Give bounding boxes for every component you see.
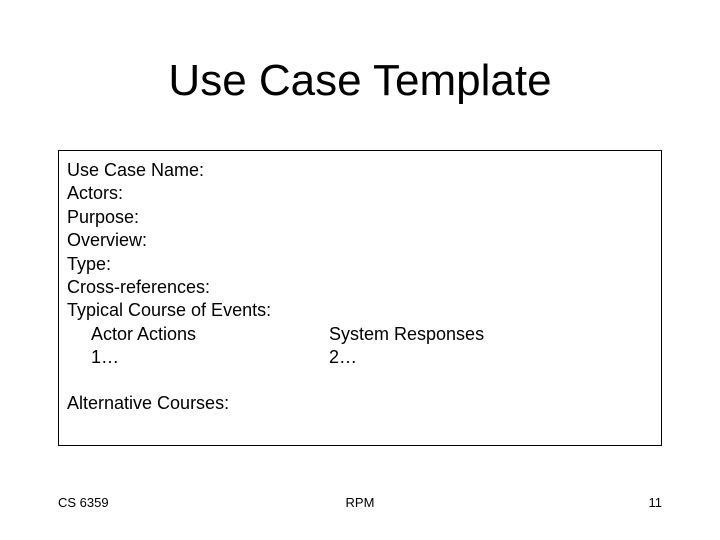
footer-left: CS 6359 <box>58 495 109 510</box>
footer-center: RPM <box>58 495 662 510</box>
field-overview: Overview: <box>67 229 651 252</box>
content-box: Use Case Name: Actors: Purpose: Overview… <box>58 150 662 446</box>
system-responses-header: System Responses <box>329 323 651 346</box>
field-alternative-courses: Alternative Courses: <box>67 392 651 415</box>
footer: CS 6359 RPM 11 <box>58 495 662 510</box>
field-actors: Actors: <box>67 182 651 205</box>
footer-right: 11 <box>649 495 663 510</box>
actor-actions-header: Actor Actions <box>67 323 329 346</box>
two-column-row-steps: 1… 2… <box>67 346 651 369</box>
slide-title: Use Case Template <box>0 56 720 106</box>
field-typical-course: Typical Course of Events: <box>67 299 651 322</box>
slide: Use Case Template Use Case Name: Actors:… <box>0 0 720 540</box>
actor-step: 1… <box>67 346 329 369</box>
field-use-case-name: Use Case Name: <box>67 159 651 182</box>
system-step: 2… <box>329 346 651 369</box>
field-cross-references: Cross-references: <box>67 276 651 299</box>
two-column-row-headers: Actor Actions System Responses <box>67 323 651 346</box>
field-type: Type: <box>67 253 651 276</box>
field-purpose: Purpose: <box>67 206 651 229</box>
